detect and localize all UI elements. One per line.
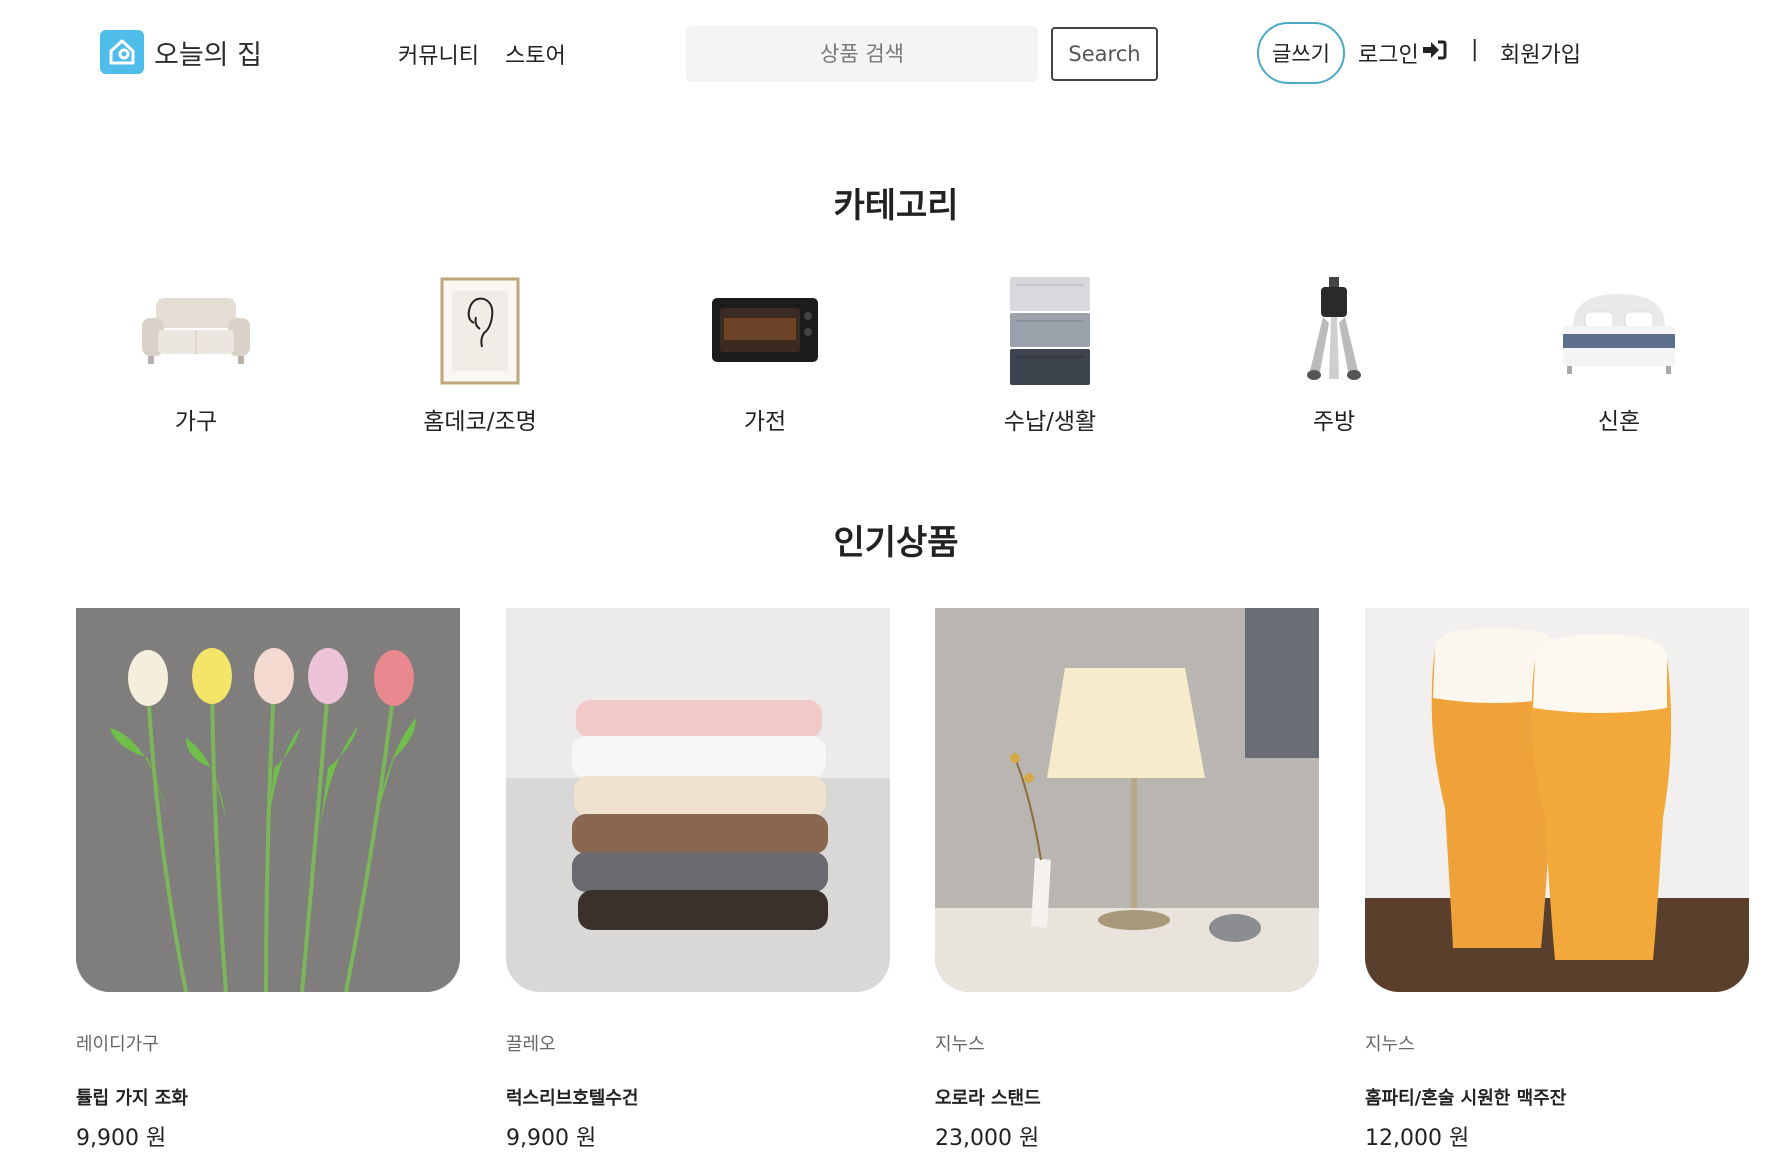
category-label: 가전 bbox=[743, 409, 787, 435]
category-label: 수납/생활 bbox=[1003, 409, 1097, 435]
login-label: 로그인 bbox=[1358, 43, 1419, 68]
category-storage[interactable]: 수납/생활 bbox=[940, 272, 1160, 436]
category-homedeco[interactable]: 홈데코/조명 bbox=[370, 272, 590, 436]
product-price: 23,000 원 bbox=[935, 1126, 1040, 1151]
product-card[interactable]: 지누스 홈파티/혼술 시원한 맥주잔 12,000 원 bbox=[1365, 608, 1749, 1152]
product-brand: 지누스 bbox=[1365, 1034, 1415, 1055]
house-logo-icon bbox=[100, 30, 144, 74]
product-price: 12,000 원 bbox=[1365, 1126, 1470, 1151]
product-brand: 레이디가구 bbox=[76, 1034, 159, 1055]
towels-image bbox=[506, 608, 890, 992]
product-name: 럭스리브호텔수건 bbox=[506, 1088, 639, 1109]
product-price: 9,900 원 bbox=[506, 1126, 597, 1151]
lamp-image bbox=[935, 608, 1319, 992]
login-arrow-icon bbox=[1421, 39, 1447, 67]
auth-divider: | bbox=[1471, 37, 1479, 62]
storage-drawers-icon bbox=[940, 272, 1160, 390]
search-input[interactable] bbox=[686, 26, 1038, 82]
popular-section-title: 인기상품 bbox=[833, 523, 959, 563]
category-label: 가구 bbox=[174, 409, 218, 435]
sofa-icon bbox=[86, 272, 306, 390]
category-appliance[interactable]: 가전 bbox=[655, 272, 875, 436]
toaster-oven-icon bbox=[655, 272, 875, 390]
category-label: 홈데코/조명 bbox=[423, 409, 537, 435]
main-nav: 커뮤니티 스토어 bbox=[398, 38, 566, 70]
header: 오늘의 집 커뮤니티 스토어 Search 글쓰기 로그인 | 회원가입 bbox=[0, 0, 1792, 110]
search-button[interactable]: Search bbox=[1051, 27, 1158, 81]
nav-community[interactable]: 커뮤니티 bbox=[398, 38, 479, 70]
product-brand: 지누스 bbox=[935, 1034, 985, 1055]
category-label: 주방 bbox=[1312, 409, 1356, 435]
product-card[interactable]: 끌레오 럭스리브호텔수건 9,900 원 bbox=[506, 608, 890, 1152]
login-link[interactable]: 로그인 bbox=[1358, 37, 1447, 69]
category-furniture[interactable]: 가구 bbox=[86, 272, 306, 436]
product-brand: 끌레오 bbox=[506, 1034, 556, 1055]
product-card[interactable]: 레이디가구 튤립 가지 조화 9,900 원 bbox=[76, 608, 460, 1152]
product-name: 홈파티/혼술 시원한 맥주잔 bbox=[1365, 1088, 1567, 1109]
nav-store[interactable]: 스토어 bbox=[505, 38, 566, 70]
signup-link[interactable]: 회원가입 bbox=[1500, 37, 1581, 69]
tulips-image bbox=[76, 608, 460, 992]
product-price: 9,900 원 bbox=[76, 1126, 167, 1151]
bed-icon bbox=[1509, 272, 1729, 390]
logo[interactable]: 오늘의 집 bbox=[100, 30, 262, 74]
logo-text: 오늘의 집 bbox=[154, 39, 262, 71]
product-name: 튤립 가지 조화 bbox=[76, 1088, 188, 1109]
category-wedding[interactable]: 신혼 bbox=[1509, 272, 1729, 436]
product-card[interactable]: 지누스 오로라 스탠드 23,000 원 bbox=[935, 608, 1319, 1152]
category-kitchen[interactable]: 주방 bbox=[1224, 272, 1444, 436]
write-button[interactable]: 글쓰기 bbox=[1257, 22, 1345, 84]
product-name: 오로라 스탠드 bbox=[935, 1088, 1041, 1109]
kitchen-utensils-icon bbox=[1224, 272, 1444, 390]
category-section-title: 카테고리 bbox=[833, 186, 959, 226]
framed-art-icon bbox=[370, 272, 590, 390]
beer-glasses-image bbox=[1365, 608, 1749, 992]
category-label: 신혼 bbox=[1597, 409, 1641, 435]
